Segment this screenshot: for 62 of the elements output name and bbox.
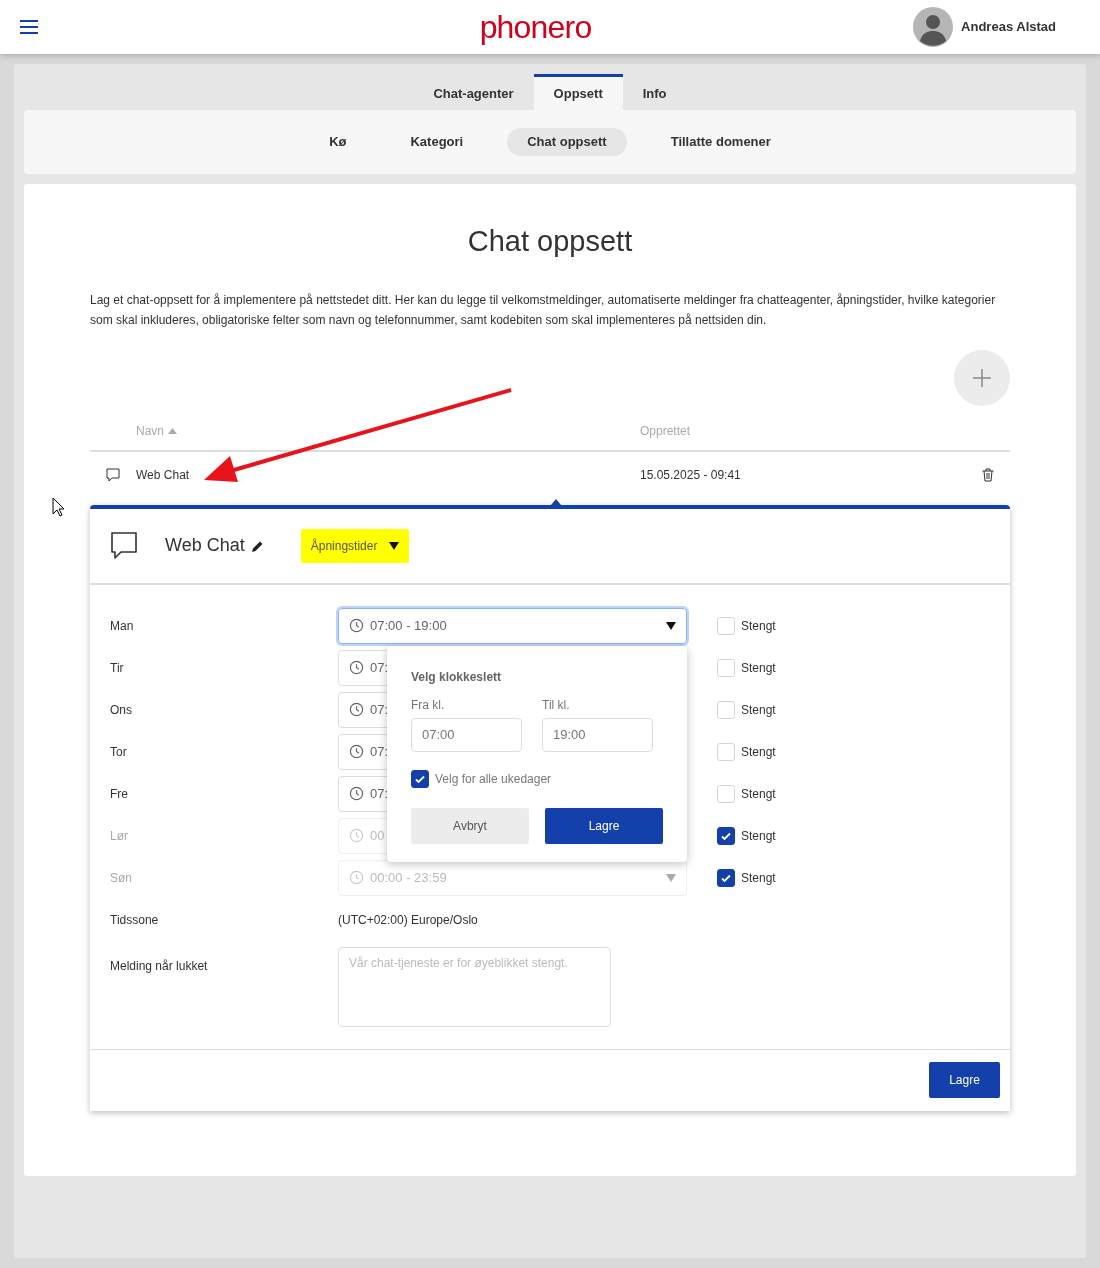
chat-bubble-icon bbox=[110, 530, 138, 561]
table-cell-text: 15.05.2025 - 09:41 bbox=[640, 466, 742, 484]
checkbox-label: Stengt bbox=[741, 743, 776, 761]
day-label: Ons bbox=[110, 701, 133, 719]
clock-icon bbox=[349, 744, 364, 759]
time-range-field[interactable]: 07:00 - 19:00 bbox=[338, 607, 687, 644]
field-label: Tidssone bbox=[110, 911, 160, 929]
table-cell[interactable]: Web Chat bbox=[136, 465, 190, 484]
field-label: Melding når lukket bbox=[110, 957, 209, 975]
checkbox-label: Stengt bbox=[741, 827, 776, 845]
tab[interactable]: Oppsett bbox=[533, 74, 623, 110]
day-label: Man bbox=[110, 617, 135, 635]
day-label: Tir bbox=[110, 659, 125, 677]
field-label: Til kl. bbox=[542, 696, 571, 714]
page-description: Lag et chat-oppsett for å implementere på nettstedet ditt. Her kan du legge til velkomstmeldinger, automatiserte meldinger fra chatteagenter, åpningstider, hvilke kategorier som skal inkluderes, obligatoriske felter som navn og telefonnummer, samt kodebiten som skal implementeres på nettsiden din. bbox=[90, 291, 997, 329]
day-label: Lør bbox=[110, 827, 129, 845]
message-field[interactable]: Vår chat-tjeneste er for øyeblikket stengt. bbox=[338, 946, 611, 1027]
avatar-icon[interactable] bbox=[913, 7, 954, 47]
clock-icon bbox=[349, 786, 364, 801]
sub-tab[interactable]: Kategori bbox=[390, 128, 484, 156]
menu-icon[interactable] bbox=[20, 20, 38, 34]
sub-tab[interactable]: Kø bbox=[309, 128, 367, 156]
section-dropdown[interactable]: Åpningstider bbox=[300, 528, 410, 563]
tab[interactable]: Info bbox=[622, 74, 687, 110]
checkbox-label: Velg for alle ukedager bbox=[435, 770, 552, 788]
caret-icon bbox=[389, 541, 400, 550]
chat-bubble-icon bbox=[106, 467, 120, 482]
checkbox-label: Stengt bbox=[741, 617, 776, 635]
checkbox-label: Stengt bbox=[741, 785, 776, 803]
timezone-value: (UTC+02:00) Europe/Oslo bbox=[338, 911, 478, 929]
save-button[interactable]: Lagre bbox=[929, 1062, 1000, 1098]
field-label: Fra kl. bbox=[411, 696, 446, 714]
input-field[interactable]: 19:00 bbox=[542, 717, 653, 752]
sub-tab[interactable]: Chat oppsett bbox=[507, 128, 627, 156]
panel-title: Web Chat bbox=[165, 534, 245, 557]
cursor-icon bbox=[52, 497, 66, 517]
checkbox[interactable] bbox=[411, 769, 429, 788]
checkbox-label: Stengt bbox=[741, 869, 776, 887]
clock-icon bbox=[349, 618, 364, 633]
tab[interactable]: Chat-agenter bbox=[413, 74, 534, 110]
input-field[interactable]: 07:00 bbox=[411, 717, 522, 752]
day-label: Tor bbox=[110, 743, 128, 761]
pencil-icon[interactable] bbox=[251, 539, 264, 552]
day-label: Fre bbox=[110, 785, 129, 803]
clock-icon bbox=[349, 702, 364, 717]
day-label: Søn bbox=[110, 869, 133, 887]
save-button[interactable]: Lagre bbox=[545, 807, 663, 844]
clock-icon bbox=[349, 828, 364, 843]
trash-icon[interactable] bbox=[982, 467, 994, 482]
page-title: Chat oppsett bbox=[466, 224, 634, 259]
caret-icon bbox=[666, 873, 676, 882]
user-name: Andreas Alstad bbox=[961, 18, 1056, 37]
plus-icon bbox=[973, 368, 991, 387]
clock-icon bbox=[349, 870, 364, 885]
logo[interactable]: phonero bbox=[479, 11, 592, 43]
cancel-button[interactable]: Avbryt bbox=[411, 807, 529, 844]
clock-icon bbox=[349, 660, 364, 675]
popup-title: Velg klokkeslett bbox=[411, 668, 503, 686]
caret-icon bbox=[666, 621, 676, 630]
checkbox-label: Stengt bbox=[741, 659, 776, 677]
sub-tab[interactable]: Tillatte domener bbox=[650, 128, 791, 156]
checkbox-label: Stengt bbox=[741, 701, 776, 719]
